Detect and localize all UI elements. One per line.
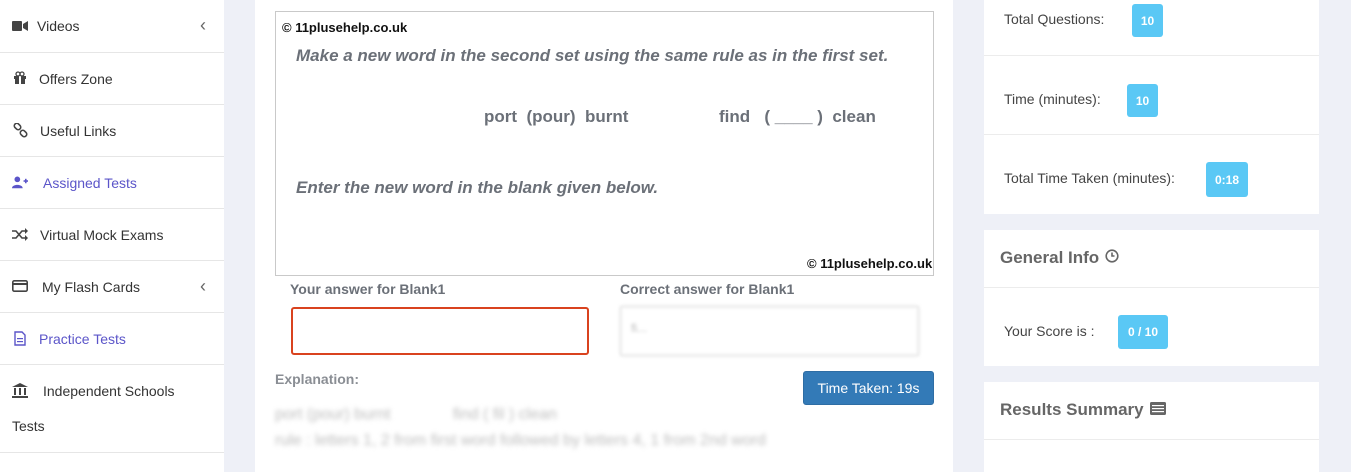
- sidebar-item-useful-links[interactable]: Useful Links: [0, 105, 224, 157]
- results-summary-title-text: Results Summary: [1000, 400, 1144, 419]
- chevron-left-icon[interactable]: ‹: [200, 15, 206, 36]
- sidebar-item-videos[interactable]: Videos ‹: [0, 0, 224, 53]
- link-icon: [12, 122, 28, 138]
- total-time-badge: 0:18: [1206, 162, 1248, 197]
- question-prompt: Enter the new word in the blank given be…: [296, 178, 659, 197]
- explanation-label: Explanation:: [275, 371, 360, 387]
- sidebar-item-label: Practice Tests: [39, 331, 126, 347]
- your-answer-input[interactable]: [291, 307, 589, 355]
- results-summary-title: Results Summary: [1000, 400, 1166, 420]
- sidebar-item-label: Offers Zone: [39, 71, 113, 87]
- sidebar-item-independent-schools-tests[interactable]: Independent Schools Tests: [0, 365, 224, 453]
- test-stats-card: Total Questions: 10 Time (minutes): 10 T…: [984, 0, 1319, 214]
- results-summary-card: Results Summary: [984, 382, 1319, 472]
- sidebar-item-label: Virtual Mock Exams: [40, 227, 164, 243]
- correct-answer-label: Correct answer for Blank1: [620, 281, 795, 297]
- time-taken-button[interactable]: Time Taken: 19s: [803, 371, 934, 405]
- correct-answer-field: fi...: [620, 306, 919, 356]
- general-info-title-text: General Info: [1000, 248, 1100, 267]
- general-info-card: General Info Your Score is : 0 / 10: [984, 230, 1319, 366]
- sidebar-item-virtual-mock-exams[interactable]: Virtual Mock Exams: [0, 209, 224, 261]
- sidebar-item-label: My Flash Cards: [42, 279, 141, 295]
- question-box: © 11plusehelp.co.uk Make a new word in t…: [275, 11, 934, 276]
- total-questions-badge: 10: [1132, 4, 1163, 37]
- explanation-line-1: port (pour) burnt find ( fil ) clean: [275, 406, 557, 423]
- chevron-left-icon[interactable]: ‹: [200, 276, 206, 297]
- explanation-line-2: rule : letters 1, 2 from first word foll…: [275, 432, 766, 449]
- copyright-bottom: © 11plusehelp.co.uk: [807, 256, 933, 271]
- total-questions-label: Total Questions:: [1004, 11, 1105, 27]
- shuffle-icon: [12, 226, 28, 242]
- sidebar-item-offers-zone[interactable]: Offers Zone: [0, 53, 224, 105]
- video-icon: [12, 18, 28, 34]
- results-summary-header: Results Summary: [984, 382, 1319, 440]
- sidebar-item-label: Useful Links: [40, 123, 117, 139]
- example-set: port (pour) burnt: [484, 107, 629, 126]
- question-set: find ( ____ ) clean: [719, 107, 876, 126]
- file-icon: [12, 330, 28, 346]
- general-info-title: General Info: [1000, 248, 1119, 268]
- list-icon: [1149, 400, 1166, 420]
- score-row: Your Score is : 0 / 10: [984, 288, 1319, 366]
- score-label: Your Score is :: [1004, 323, 1095, 339]
- sidebar-item-label: Independent Schools: [43, 383, 175, 399]
- total-questions-row: Total Questions: 10: [984, 0, 1319, 56]
- total-time-label: Total Time Taken (minutes):: [1004, 170, 1175, 186]
- clock-icon: [1105, 248, 1119, 268]
- score-badge: 0 / 10: [1118, 315, 1168, 349]
- gift-icon: [12, 70, 28, 86]
- sidebar-item-label-continued: Tests: [12, 418, 45, 434]
- sidebar-item-my-flash-cards[interactable]: My Flash Cards ‹: [0, 261, 224, 313]
- institution-icon: [12, 382, 28, 398]
- time-label: Time (minutes):: [1004, 91, 1101, 107]
- card-icon: [12, 278, 28, 294]
- time-badge: 10: [1127, 84, 1158, 117]
- user-plus-icon: [12, 174, 28, 190]
- question-instruction: Make a new word in the second set using …: [296, 46, 889, 65]
- sidebar-item-label: Assigned Tests: [43, 175, 137, 191]
- sidebar-item-assigned-tests[interactable]: Assigned Tests: [0, 157, 224, 209]
- total-time-row: Total Time Taken (minutes): 0:18: [984, 135, 1319, 214]
- general-info-header: General Info: [984, 230, 1319, 288]
- copyright-top: © 11plusehelp.co.uk: [282, 20, 408, 35]
- sidebar-item-practice-tests[interactable]: Practice Tests: [0, 313, 224, 365]
- sidebar: Videos ‹ Offers Zone Useful Links Assign…: [0, 0, 224, 472]
- time-row: Time (minutes): 10: [984, 56, 1319, 135]
- your-answer-label: Your answer for Blank1: [290, 281, 446, 297]
- sidebar-item-label: Videos: [37, 18, 80, 34]
